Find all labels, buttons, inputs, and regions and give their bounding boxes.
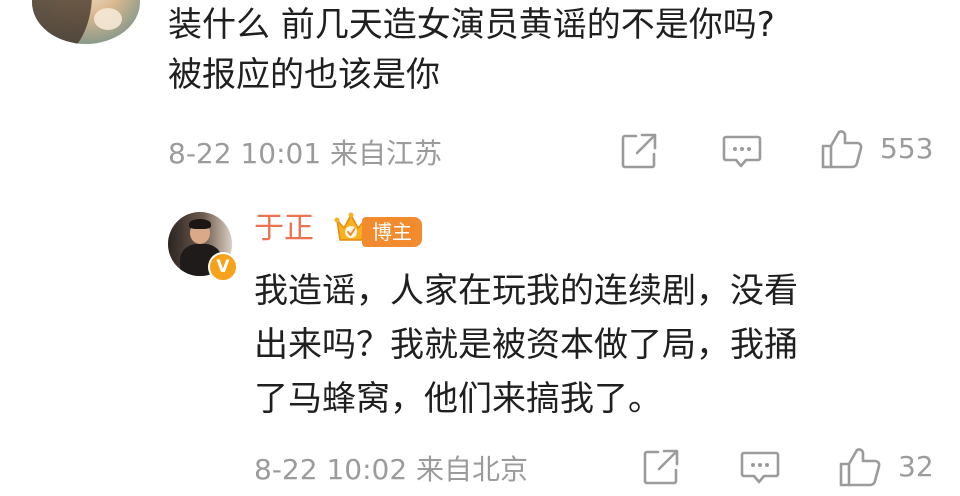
avatar-image-part [32,0,92,44]
comment-text-line: 装什么 前几天造女演员黄谣的不是你吗? [168,5,775,45]
avatar-image-part [94,8,122,30]
like-count: 553 [880,132,934,165]
comment-icon[interactable] [722,134,762,170]
comment-text-line: 被报应的也该是你 [168,55,440,95]
like-icon[interactable] [838,446,882,488]
reply-author-name[interactable]: 于正 [254,209,314,249]
comment-icon[interactable] [740,450,780,486]
commenter-avatar[interactable] [32,0,140,44]
reply-meta: 8-22 10:02 来自北京 [254,453,529,486]
share-icon[interactable] [620,132,658,170]
like-icon[interactable] [820,128,864,170]
comment-meta: 8-22 10:01 来自江苏 [168,137,443,170]
verified-badge: V [208,252,238,282]
blogger-badge: 博主 [362,217,422,247]
share-icon[interactable] [642,448,680,486]
avatar-image-part [189,219,211,229]
reply-text-line: 出来吗？我就是被资本做了局，我捅 [254,325,798,365]
reply-text-line: 了马蜂窝，他们来搞我了。 [254,379,662,419]
comment-text: 装什么 前几天造女演员黄谣的不是你吗? 被报应的也该是你 [168,0,928,100]
like-count: 32 [898,450,934,483]
reply-text-line: 我造谣，人家在玩我的连续剧，没看 [254,271,798,311]
reply-text: 我造谣，人家在玩我的连续剧，没看 出来吗？我就是被资本做了局，我捅 了马蜂窝，他… [254,264,934,426]
